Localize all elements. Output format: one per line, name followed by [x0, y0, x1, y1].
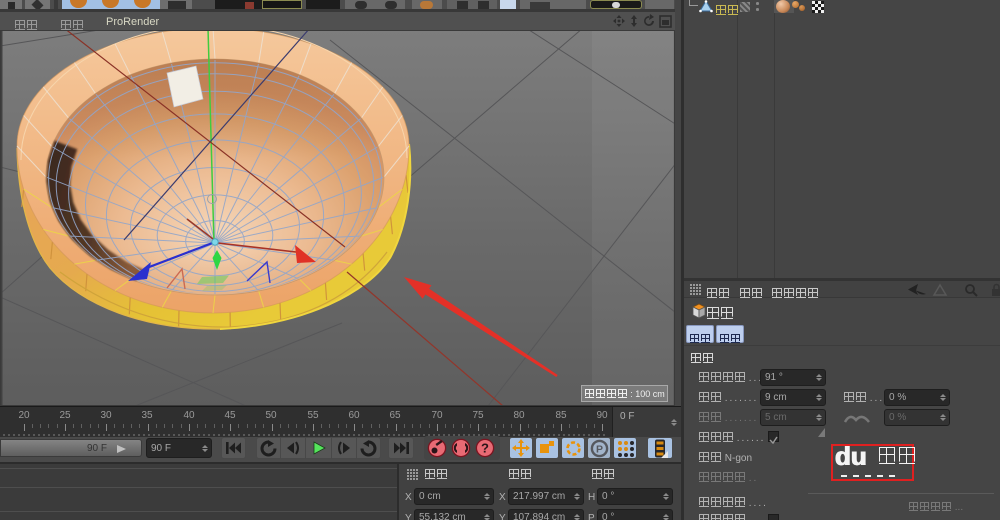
svg-text:?: ? [481, 441, 489, 456]
svg-text:P: P [595, 443, 602, 455]
